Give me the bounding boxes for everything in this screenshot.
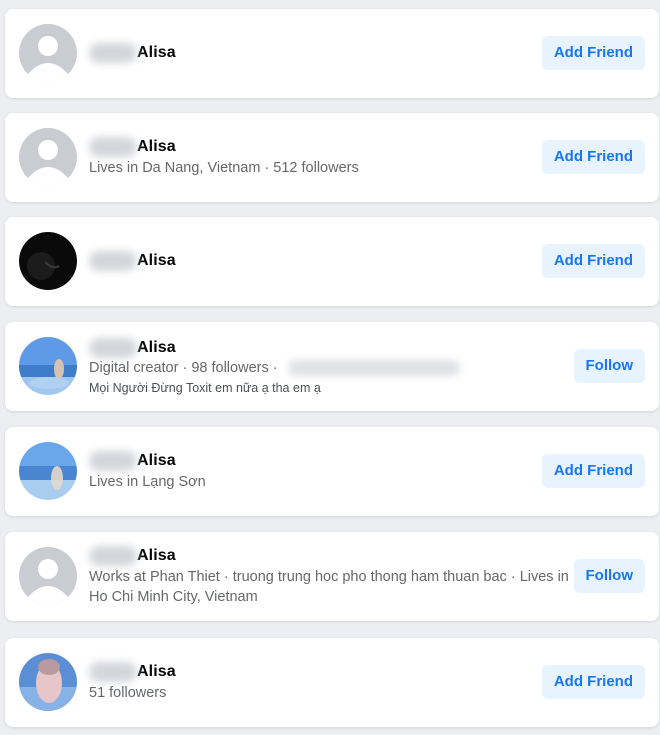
add-friend-button[interactable]: Add Friend: [541, 454, 645, 488]
default-avatar-icon[interactable]: [19, 24, 77, 82]
portrait-photo-avatar-icon[interactable]: [19, 653, 77, 711]
profile-name[interactable]: Alisa: [137, 452, 176, 470]
blurred-name: [89, 546, 137, 566]
profile-subtitle: Works at Phan Thiet · truong trung hoc p…: [89, 569, 569, 605]
profile-subtitle: 51 followers: [89, 685, 167, 701]
default-avatar-icon[interactable]: [19, 128, 77, 186]
add-friend-button[interactable]: Add Friend: [541, 140, 645, 174]
profile-bio: Mọi Người Đừng Toxit em nữa ạ tha em ạ: [89, 381, 321, 395]
profile-subtitle: Lives in Lạng Sơn: [89, 474, 206, 490]
beach-photo-avatar-icon[interactable]: [19, 337, 77, 395]
blurred-name: [89, 662, 137, 682]
result-card[interactable]: Alisa 51 followers Add Friend: [5, 638, 659, 727]
follow-button[interactable]: Follow: [573, 559, 645, 593]
add-friend-button[interactable]: Add Friend: [541, 244, 645, 278]
follow-button[interactable]: Follow: [573, 349, 645, 383]
profile-subtitle: Digital creator · 98 followers ·: [89, 358, 460, 378]
result-card[interactable]: Alisa Lives in Da Nang, Vietnam · 512 fo…: [5, 113, 659, 202]
blurred-name: [89, 338, 137, 358]
result-card[interactable]: Alisa Add Friend: [5, 9, 659, 98]
profile-name[interactable]: Alisa: [137, 339, 176, 357]
result-card[interactable]: Alisa Lives in Lạng Sơn Add Friend: [5, 427, 659, 516]
result-card[interactable]: Alisa Works at Phan Thiet · truong trung…: [5, 532, 659, 621]
result-card[interactable]: Alisa Digital creator · 98 followers · M…: [5, 322, 659, 411]
profile-subtitle-text: Digital creator · 98 followers ·: [89, 360, 278, 376]
profile-subtitle: Lives in Da Nang, Vietnam · 512 follower…: [89, 160, 359, 176]
profile-name[interactable]: Alisa: [137, 252, 176, 270]
profile-name[interactable]: Alisa: [137, 44, 176, 62]
blurred-name: [89, 137, 137, 157]
profile-name[interactable]: Alisa: [137, 663, 176, 681]
blurred-name: [89, 451, 137, 471]
profile-name[interactable]: Alisa: [137, 547, 176, 565]
blurred-name: [89, 43, 137, 63]
profile-name[interactable]: Alisa: [137, 138, 176, 156]
default-avatar-icon[interactable]: [19, 547, 77, 605]
sea-photo-avatar-icon[interactable]: [19, 442, 77, 500]
blurred-name: [89, 251, 137, 271]
add-friend-button[interactable]: Add Friend: [541, 665, 645, 699]
dark-photo-avatar-icon[interactable]: [19, 232, 77, 290]
blurred-text: [287, 360, 460, 377]
add-friend-button[interactable]: Add Friend: [541, 36, 645, 70]
result-card[interactable]: Alisa Add Friend: [5, 217, 659, 306]
